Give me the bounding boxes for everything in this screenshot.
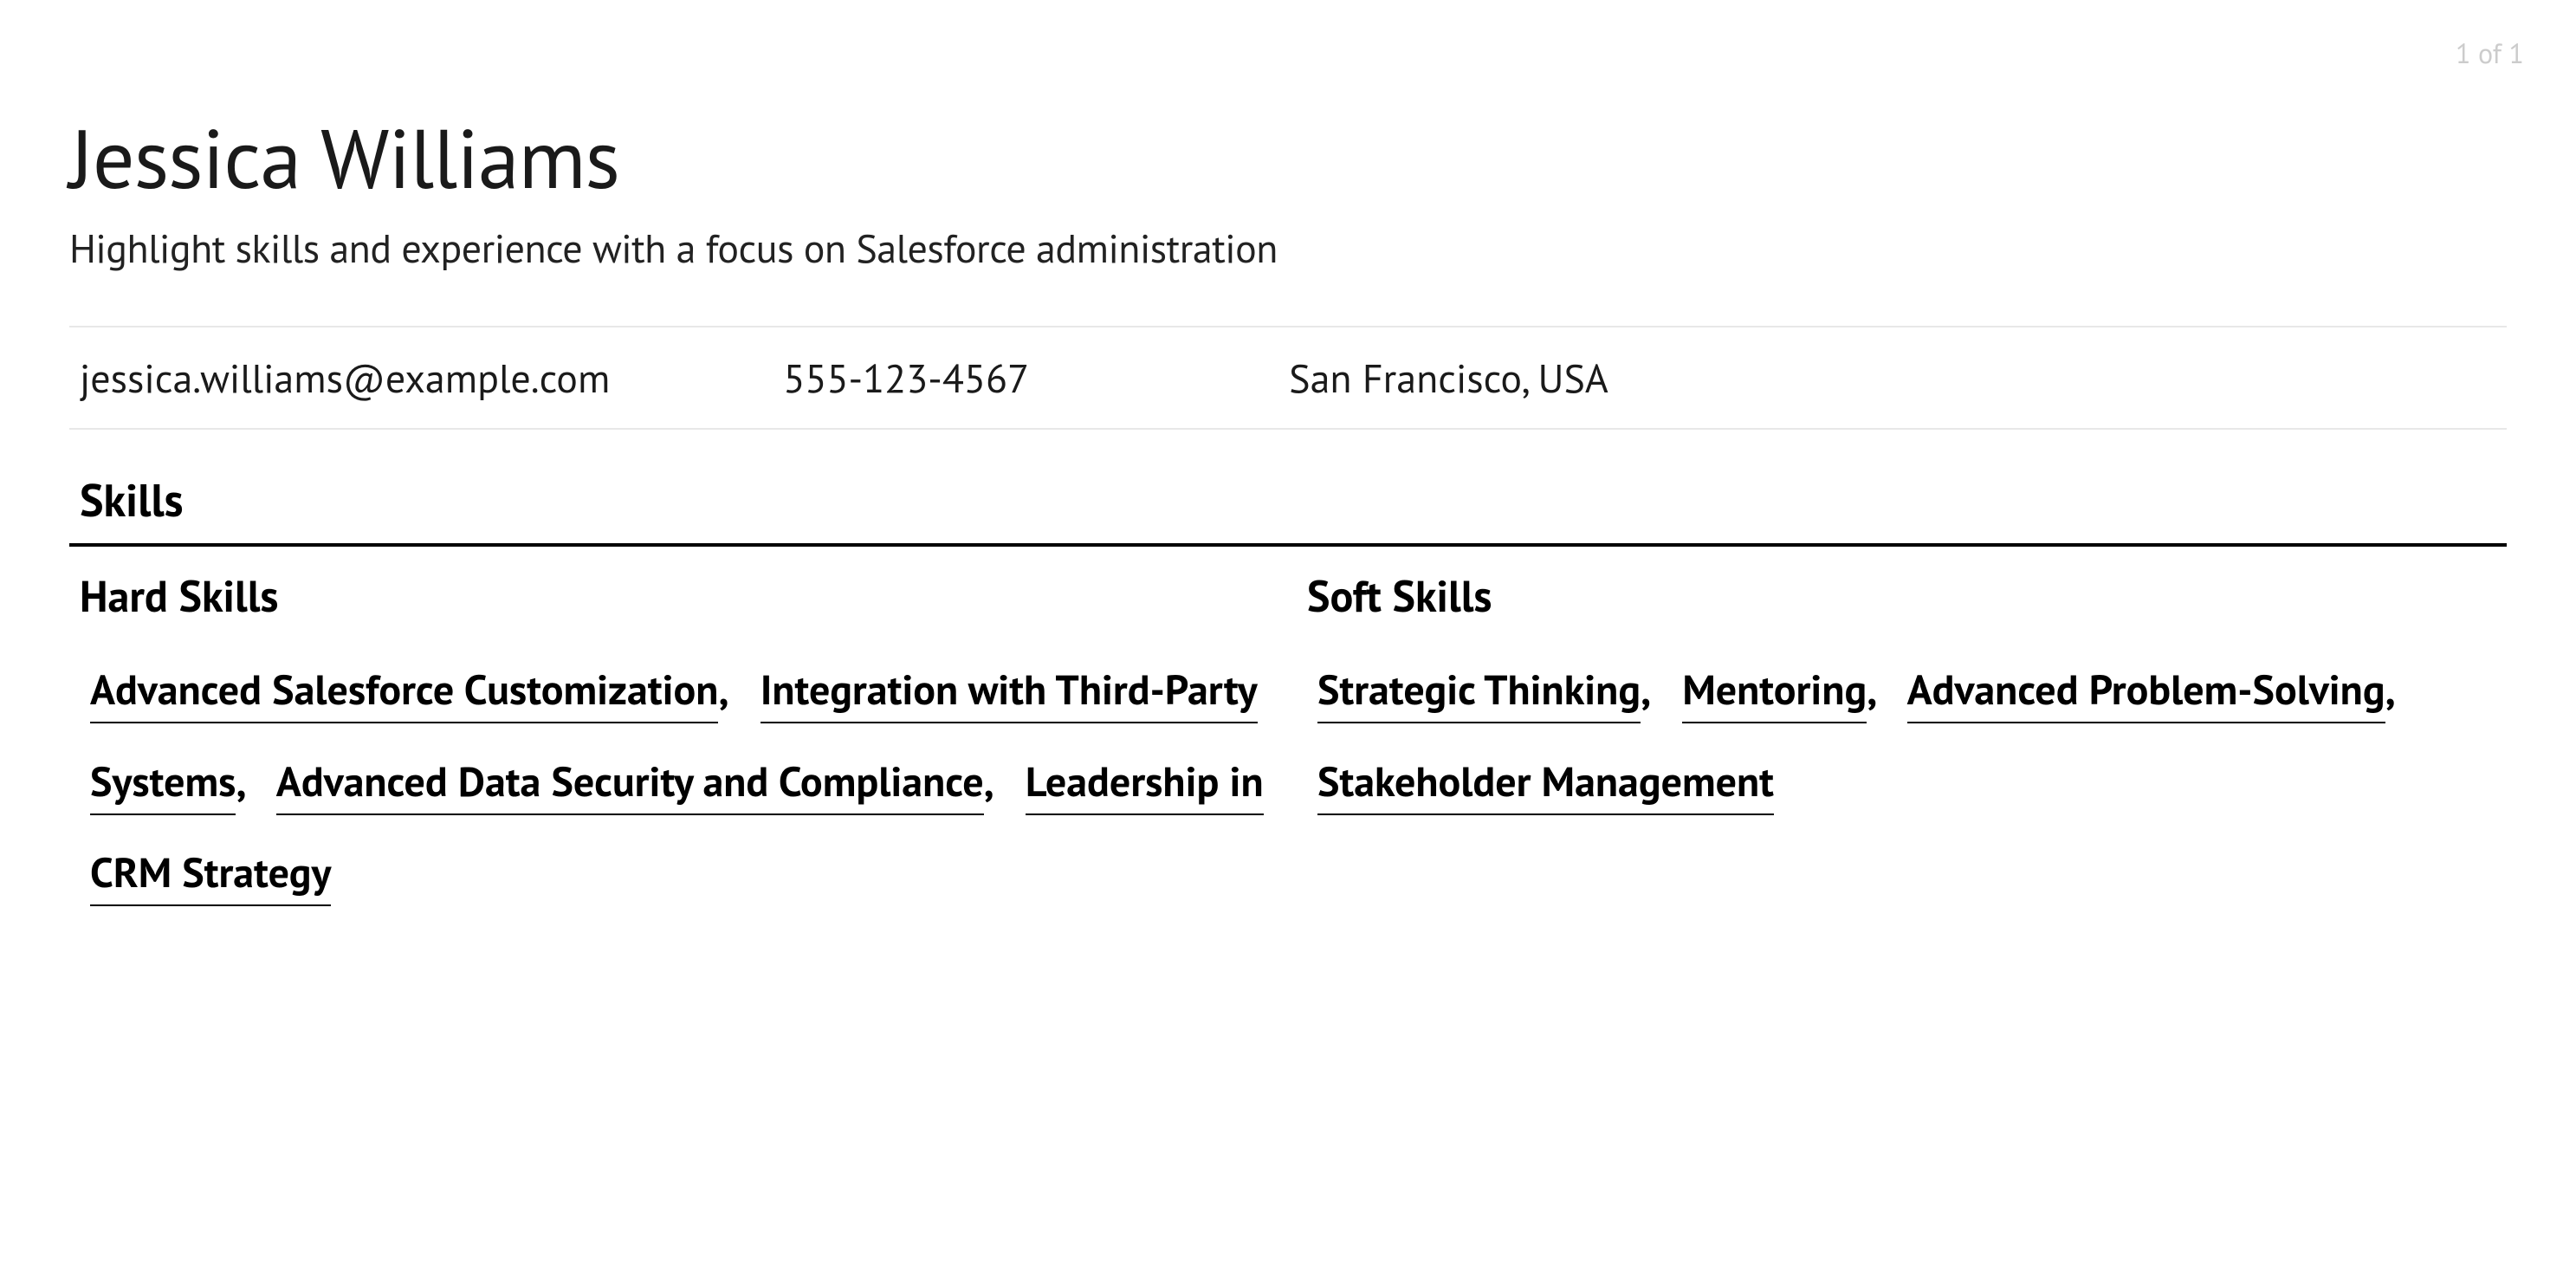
- skill-item: Strategic Thinking: [1317, 663, 1641, 723]
- soft-skills-column: Soft Skills Strategic Thinking, Mentorin…: [1297, 567, 2507, 919]
- soft-skills-list: Strategic Thinking, Mentoring, Advanced …: [1307, 645, 2496, 827]
- skills-columns: Hard Skills Advanced Salesforce Customiz…: [69, 567, 2507, 919]
- contact-email: jessica.williams@example.com: [80, 352, 610, 404]
- contact-phone: 555-123-4567: [783, 352, 1029, 404]
- skill-item: Advanced Problem-Solving: [1907, 663, 2385, 723]
- skill-separator: ,: [718, 663, 749, 716]
- resume-header: Jessica Williams Highlight skills and ex…: [69, 104, 2507, 274]
- skill-item: Advanced Salesforce Customization: [90, 663, 718, 723]
- resume-tagline: Highlight skills and experience with a f…: [69, 222, 2507, 274]
- skill-item: Advanced Data Security and Compliance: [276, 755, 984, 815]
- skill-separator: ,: [1867, 663, 1898, 716]
- contact-location: San Francisco, USA: [1289, 352, 1608, 404]
- skill-separator: ,: [1641, 663, 1672, 716]
- hard-skills-column: Hard Skills Advanced Salesforce Customiz…: [69, 567, 1279, 919]
- section-title-skills: Skills: [69, 464, 2507, 547]
- skill-separator: ,: [984, 755, 1015, 808]
- contact-row: jessica.williams@example.com 555-123-456…: [69, 326, 2507, 430]
- person-name: Jessica Williams: [69, 104, 2507, 211]
- skill-item: Stakeholder Management: [1317, 755, 1774, 815]
- hard-skills-list: Advanced Salesforce Customization, Integ…: [80, 645, 1269, 919]
- skill-item: Mentoring: [1682, 663, 1867, 723]
- hard-skills-title: Hard Skills: [80, 567, 1269, 624]
- page-counter: 1 of 1: [2456, 35, 2524, 71]
- soft-skills-title: Soft Skills: [1307, 567, 2496, 624]
- skill-separator: ,: [236, 755, 267, 808]
- skill-separator: ,: [2385, 663, 2417, 716]
